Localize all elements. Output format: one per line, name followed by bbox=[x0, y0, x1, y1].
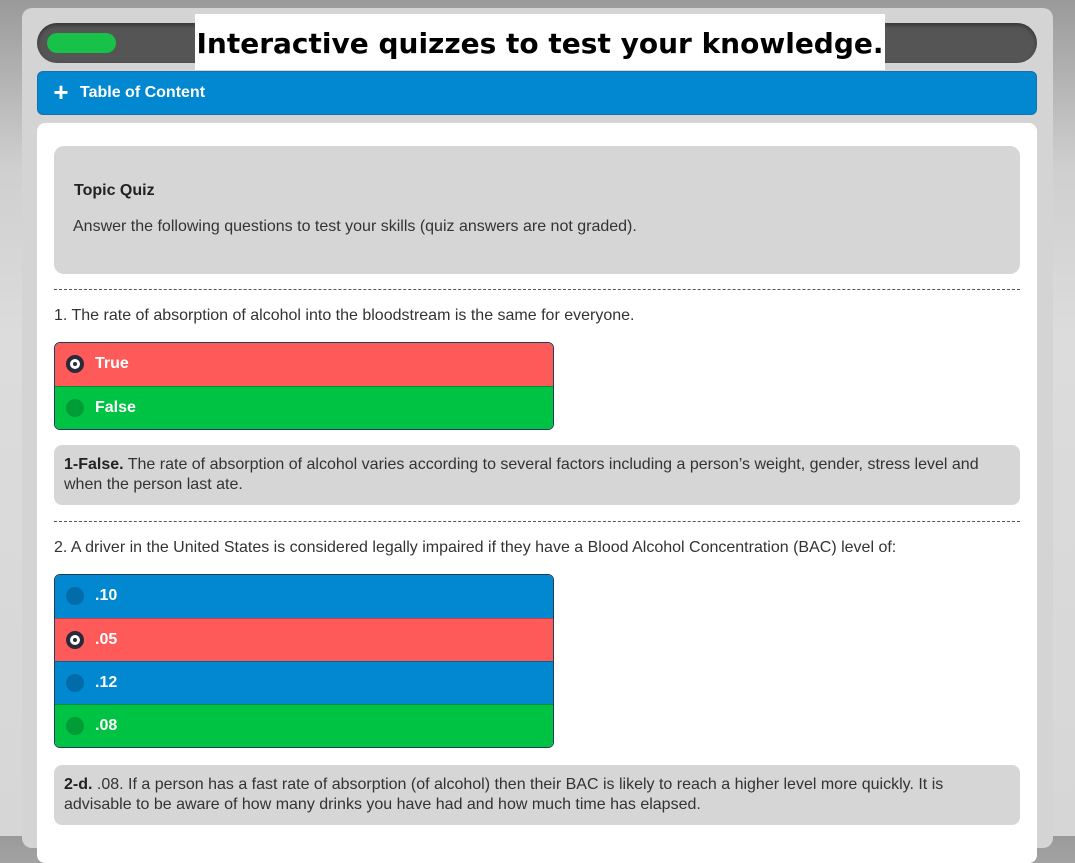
radio-icon[interactable] bbox=[66, 674, 84, 692]
option-a[interactable]: .10 bbox=[55, 575, 553, 618]
question-2-answer: 2-d. .08. If a person has a fast rate of… bbox=[54, 765, 1020, 825]
option-d[interactable]: .08 bbox=[55, 704, 553, 747]
option-c[interactable]: .12 bbox=[55, 661, 553, 704]
toc-label: Table of Content bbox=[80, 84, 206, 101]
quiz-content: Topic Quiz Answer the following question… bbox=[37, 123, 1037, 863]
question-2-options: .10 .05 .12 .08 bbox=[54, 574, 554, 748]
plus-icon: + bbox=[53, 77, 69, 107]
option-label: .10 bbox=[95, 587, 118, 604]
option-false[interactable]: False bbox=[55, 386, 553, 429]
option-label: True bbox=[95, 355, 129, 372]
radio-icon[interactable] bbox=[66, 399, 84, 417]
option-label: .08 bbox=[95, 717, 118, 734]
radio-selected-icon[interactable] bbox=[66, 631, 84, 649]
divider bbox=[54, 289, 1020, 290]
question-1-options: True False bbox=[54, 342, 554, 430]
question-1-answer: 1-False. The rate of absorption of alcoh… bbox=[54, 445, 1020, 505]
radio-selected-icon[interactable] bbox=[66, 355, 84, 373]
quiz-title: Topic Quiz bbox=[74, 182, 155, 199]
option-label: .05 bbox=[95, 631, 118, 648]
quiz-intro: Topic Quiz Answer the following question… bbox=[54, 146, 1020, 274]
radio-icon[interactable] bbox=[66, 587, 84, 605]
table-of-content-toggle[interactable]: + Table of Content bbox=[37, 71, 1037, 115]
page-title: Interactive quizzes to test your knowled… bbox=[195, 14, 885, 70]
option-b[interactable]: .05 bbox=[55, 618, 553, 661]
option-label: False bbox=[95, 399, 136, 416]
answer-explanation: .08. If a person has a fast rate of abso… bbox=[64, 776, 944, 813]
answer-key: 2-d. bbox=[64, 776, 93, 793]
option-label: .12 bbox=[95, 674, 118, 691]
divider bbox=[54, 521, 1020, 522]
option-true[interactable]: True bbox=[55, 343, 553, 386]
quiz-instructions: Answer the following questions to test y… bbox=[73, 218, 637, 235]
question-1-text: 1. The rate of absorption of alcohol int… bbox=[54, 307, 635, 324]
answer-key: 1-False. bbox=[64, 456, 124, 473]
question-2-text: 2. A driver in the United States is cons… bbox=[54, 539, 897, 556]
radio-icon[interactable] bbox=[66, 717, 84, 735]
answer-explanation: The rate of absorption of alcohol varies… bbox=[64, 456, 979, 493]
progress-fill bbox=[47, 33, 116, 53]
